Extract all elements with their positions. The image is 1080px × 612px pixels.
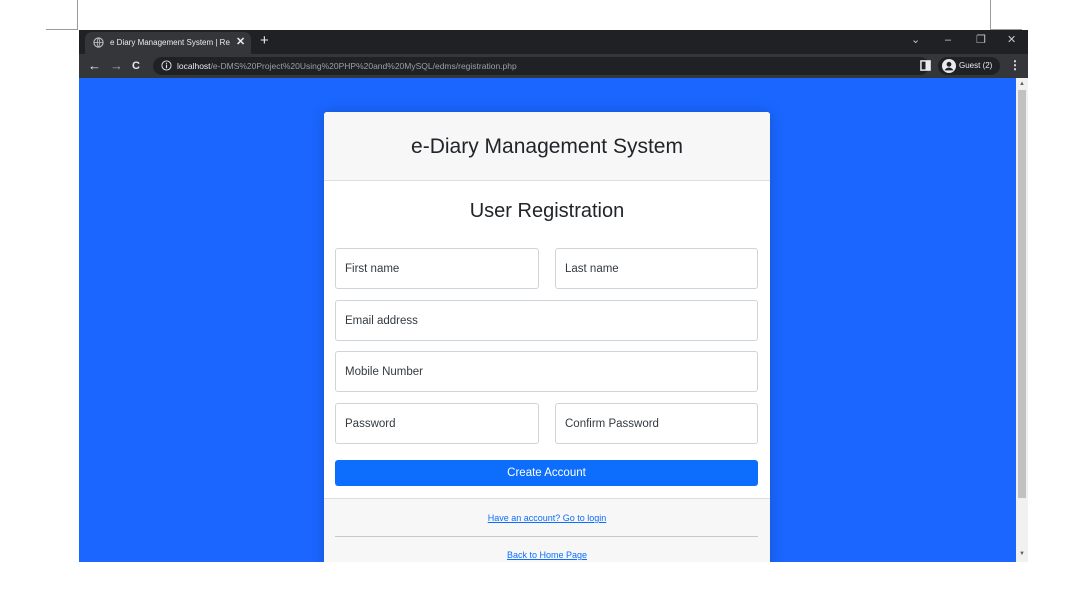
card-header: e-Diary Management System — [324, 112, 770, 181]
scroll-up-icon[interactable]: ▲ — [1019, 80, 1025, 88]
info-icon[interactable] — [161, 60, 172, 71]
footer-divider — [335, 536, 758, 537]
forward-icon[interactable]: → — [110, 58, 123, 73]
email-field[interactable] — [335, 300, 758, 341]
reload-icon[interactable]: C — [132, 59, 140, 74]
browser-toolbar: ← → C localhost/e-DMS%20Project%20Using%… — [79, 54, 1028, 78]
password-field[interactable] — [335, 403, 539, 444]
window-close-icon[interactable]: ✕ — [1007, 33, 1016, 47]
browser-tab[interactable]: e Diary Management System | Re ✕ — [85, 32, 251, 54]
registration-card: e-Diary Management System User Registrat… — [324, 112, 770, 562]
app-title: e-Diary Management System — [411, 135, 683, 158]
address-bar[interactable]: localhost/e-DMS%20Project%20Using%20PHP%… — [153, 57, 929, 75]
minimize-icon[interactable]: – — [945, 33, 951, 47]
back-icon[interactable]: ← — [88, 58, 101, 73]
globe-icon — [93, 37, 104, 48]
url-path: /e-DMS%20Project%20Using%20PHP%20and%20M… — [210, 61, 517, 71]
last-name-field[interactable] — [555, 248, 758, 289]
page-viewport: e-Diary Management System User Registrat… — [79, 78, 1016, 562]
window-frame-top-edge — [46, 29, 78, 30]
restore-icon[interactable]: ❐ — [976, 33, 986, 47]
side-panel-icon[interactable] — [920, 60, 931, 71]
tab-title: e Diary Management System | Re — [110, 38, 230, 47]
page-scrollbar[interactable]: ▲ ▼ — [1016, 78, 1028, 562]
url-host: localhost — [177, 61, 211, 71]
tab-strip: e Diary Management System | Re ✕ + ⌄ – ❐… — [79, 30, 1028, 54]
profile-button[interactable]: Guest (2) — [938, 57, 1000, 75]
scroll-down-icon[interactable]: ▼ — [1019, 550, 1025, 558]
tab-close-icon[interactable]: ✕ — [236, 35, 245, 49]
confirm-password-field[interactable] — [555, 403, 758, 444]
home-page-link[interactable]: Back to Home Page — [324, 549, 770, 561]
first-name-field[interactable] — [335, 248, 539, 289]
login-link[interactable]: Have an account? Go to login — [324, 512, 770, 524]
tab-search-icon[interactable]: ⌄ — [911, 33, 920, 47]
create-account-button[interactable]: Create Account — [335, 460, 758, 486]
form-title: User Registration — [469, 200, 625, 222]
scrollbar-thumb[interactable] — [1018, 90, 1026, 498]
window-frame-right-edge — [990, 0, 991, 30]
window-frame-left-edge — [77, 0, 78, 30]
url-text: localhost/e-DMS%20Project%20Using%20PHP%… — [177, 60, 517, 72]
profile-label: Guest (2) — [959, 61, 993, 70]
browser-window: e Diary Management System | Re ✕ + ⌄ – ❐… — [79, 30, 1028, 562]
card-footer: Have an account? Go to login Back to Hom… — [324, 498, 770, 562]
guest-avatar-icon — [942, 59, 956, 73]
new-tab-icon[interactable]: + — [260, 31, 269, 51]
browser-menu-icon[interactable]: ⋮ — [1009, 58, 1021, 73]
mobile-number-field[interactable] — [335, 351, 758, 392]
